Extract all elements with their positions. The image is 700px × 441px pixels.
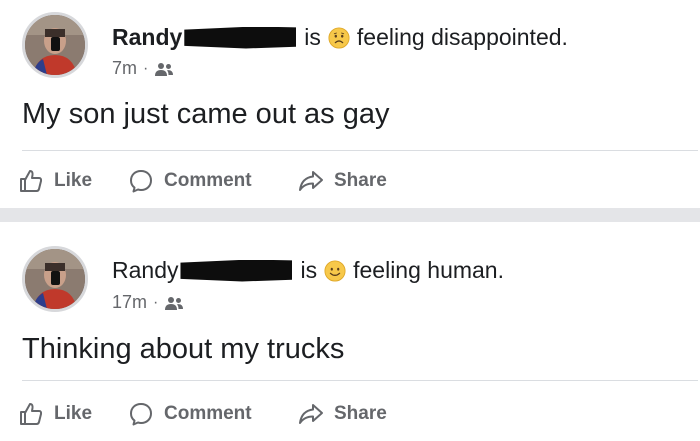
disappointed-emoji-icon [328,26,350,49]
friends-icon[interactable] [154,61,174,77]
feeling-text[interactable]: feeling disappointed. [357,24,568,51]
meta-separator: · [143,59,149,77]
like-button[interactable]: Like [18,157,92,205]
comment-bubble-icon [130,170,152,193]
share-arrow-icon [299,171,323,191]
redacted-surname [180,259,293,282]
avatar[interactable] [22,246,88,312]
post-card: Randy is feeling human. 17m · Thinking a… [0,222,700,441]
smiling-emoji-icon [324,259,346,282]
divider [22,150,698,151]
post-header: Randy is feeling human. [112,257,504,284]
post-body-text: My son just came out as gay [22,98,390,130]
like-label: Like [54,403,93,424]
like-label: Like [54,170,93,191]
share-button[interactable]: Share [298,390,387,438]
share-button[interactable]: Share [298,157,387,205]
profile-photo [25,249,85,309]
author-name[interactable]: Randy [112,24,182,51]
thumbs-up-icon [20,403,43,425]
comment-label: Comment [164,170,252,191]
post-header: Randy is feeling disappointed. [112,24,568,51]
timestamp[interactable]: 17m [112,292,147,313]
meta-separator: · [153,293,159,311]
post-actions-bar: Like Comment Share [0,157,700,205]
comment-button[interactable]: Comment [128,390,252,438]
post-card: Randy is feeling disappointed. 7m · My s… [0,0,700,208]
comment-button[interactable]: Comment [128,157,252,205]
thumbs-up-icon [20,170,43,192]
author-name[interactable]: Randy [112,257,178,284]
profile-photo [25,15,85,75]
friends-icon[interactable] [164,295,184,311]
share-label: Share [334,170,387,191]
post-actions-bar: Like Comment Share [0,390,700,438]
post-meta: 17m · [112,292,184,313]
share-label: Share [334,403,387,424]
status-verb: is [300,257,318,283]
comment-bubble-icon [130,403,152,426]
feed-separator [0,208,700,222]
divider [22,380,698,381]
status-verb: is [304,24,321,50]
feeling-text[interactable]: feeling human. [353,257,504,284]
comment-label: Comment [164,403,252,424]
like-button[interactable]: Like [18,390,92,438]
share-arrow-icon [299,404,323,424]
timestamp[interactable]: 7m [112,58,137,79]
redacted-surname [184,26,297,49]
post-body-text: Thinking about my trucks [22,333,345,365]
post-meta: 7m · [112,58,174,79]
avatar[interactable] [22,12,88,78]
